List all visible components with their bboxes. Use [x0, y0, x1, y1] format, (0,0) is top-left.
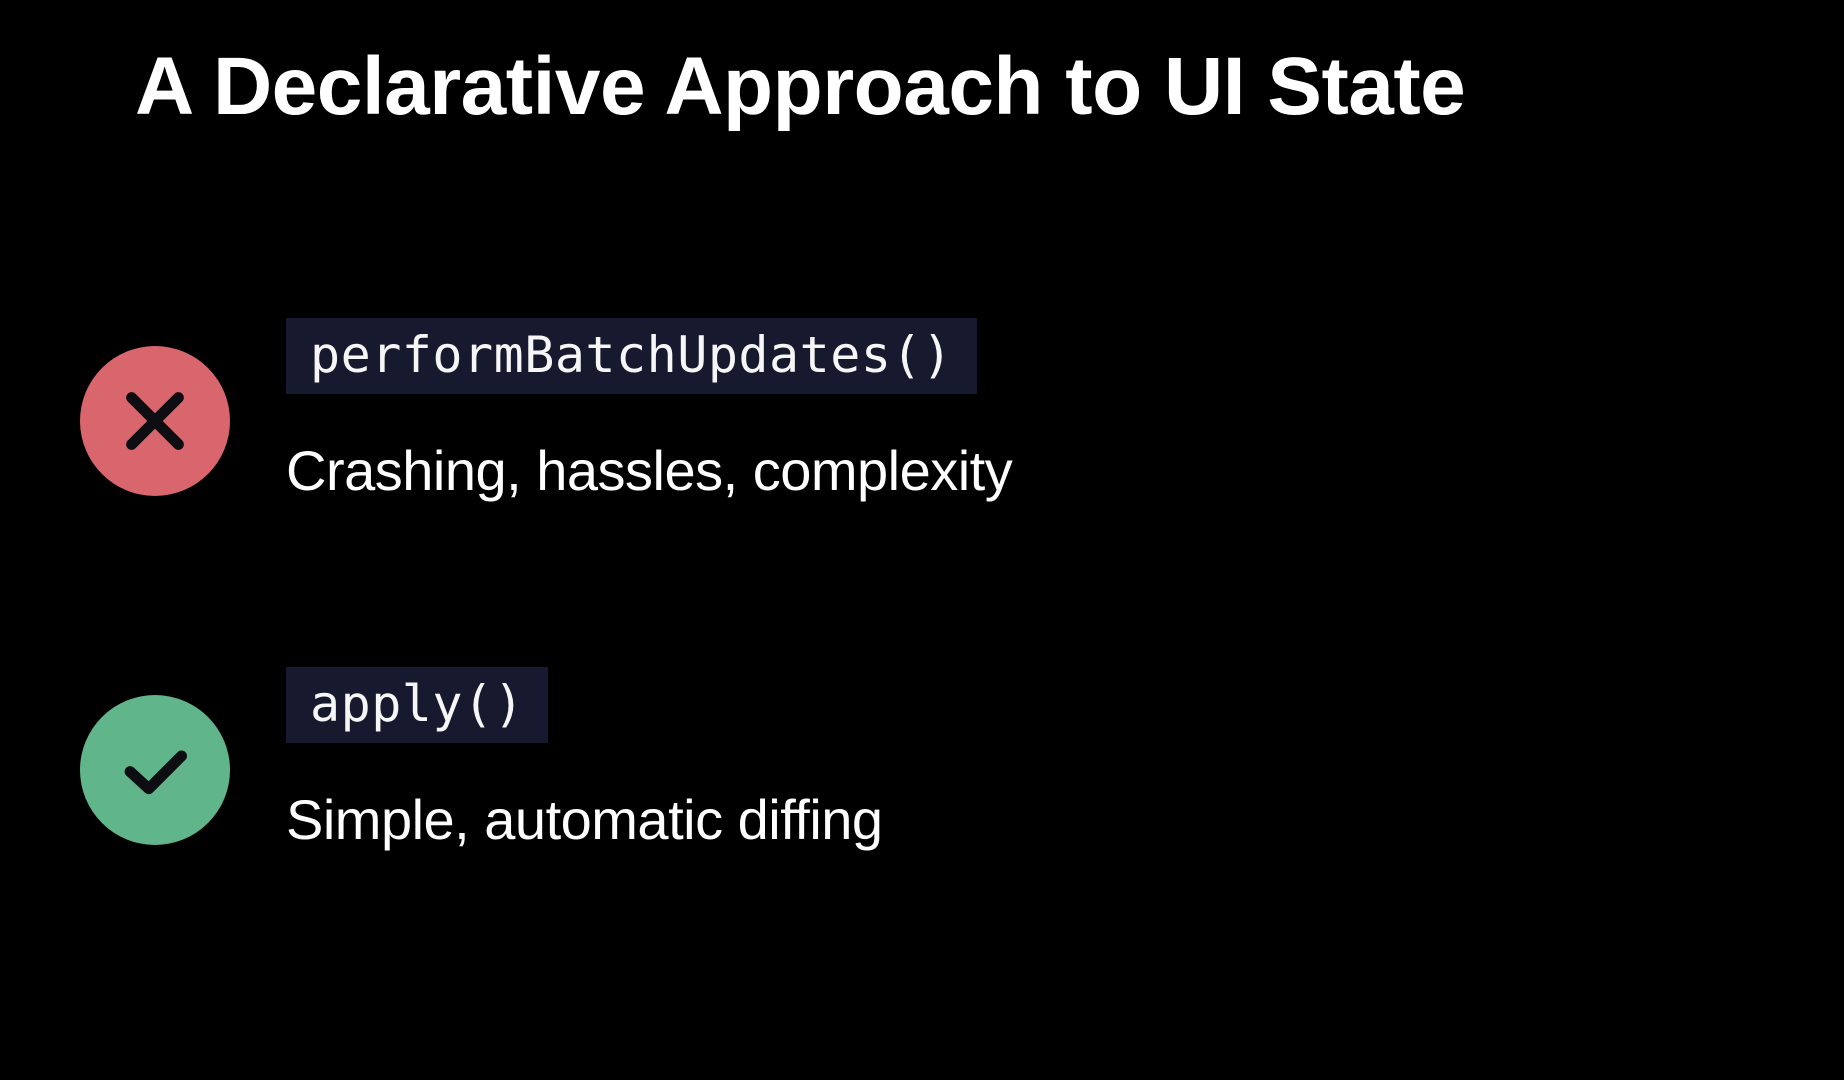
row-body: performBatchUpdates() Crashing, hassles,…: [286, 346, 1012, 503]
cross-icon: [80, 346, 230, 496]
comparison-row-bad: performBatchUpdates() Crashing, hassles,…: [80, 346, 1012, 503]
slide-title: A Declarative Approach to UI State: [135, 40, 1465, 134]
check-icon: [80, 695, 230, 845]
row-description: Crashing, hassles, complexity: [286, 438, 1012, 503]
row-description: Simple, automatic diffing: [286, 787, 883, 852]
slide: A Declarative Approach to UI State perfo…: [0, 0, 1844, 1080]
row-body: apply() Simple, automatic diffing: [286, 695, 883, 852]
comparison-row-good: apply() Simple, automatic diffing: [80, 695, 883, 852]
code-chip: apply(): [286, 667, 548, 743]
code-chip: performBatchUpdates(): [286, 318, 977, 394]
